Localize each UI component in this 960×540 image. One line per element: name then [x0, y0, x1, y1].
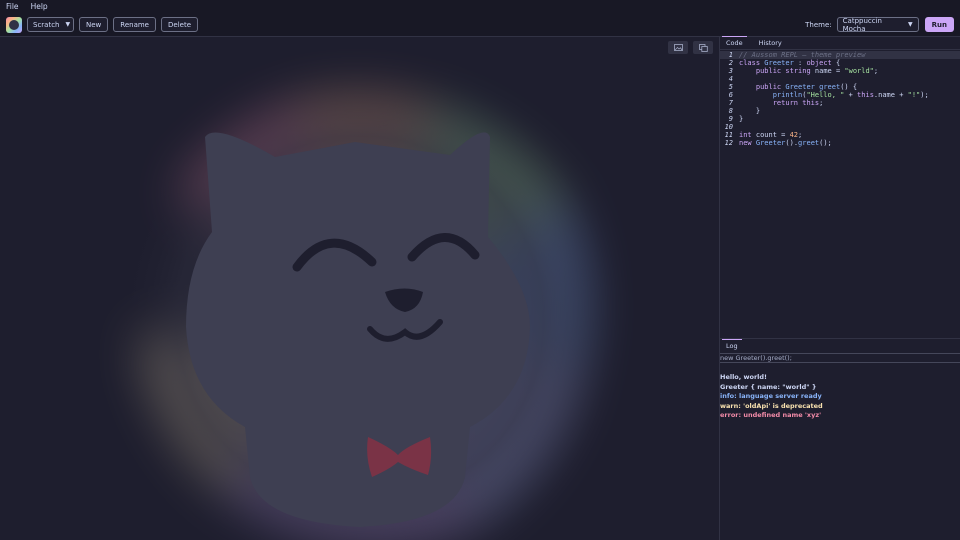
- theme-select-value: Catppuccin Mocha: [842, 16, 882, 33]
- tab-history[interactable]: History: [755, 39, 786, 49]
- line-number: 12: [724, 139, 733, 147]
- run-button[interactable]: Run: [924, 17, 954, 32]
- line-number: 11: [724, 131, 733, 139]
- line-number: 8: [728, 107, 733, 115]
- code-text: println("Hello, " + this.name + "!");: [772, 91, 929, 99]
- log-line: Greeter { name: "world" }: [720, 382, 817, 391]
- preview-pane: [0, 37, 720, 540]
- code-text: public string name = "world";: [755, 67, 879, 75]
- log-line: error: undefined name 'xyz': [720, 411, 822, 419]
- scratch-select-value: Scratch: [33, 20, 60, 29]
- side-panel: Code History 1 // Aussom REPL — theme pre…: [720, 36, 960, 540]
- repl-input[interactable]: new Greeter().greet();: [720, 353, 960, 363]
- code-line[interactable]: 3 public string name = "world";: [720, 67, 960, 75]
- code-text: return this;: [772, 99, 824, 107]
- code-text: class Greeter : object {: [739, 59, 841, 67]
- log-tabs: Log: [720, 338, 960, 352]
- code-line[interactable]: 7 return this;: [720, 99, 960, 107]
- line-number: 7: [728, 99, 733, 107]
- line-number: 3: [728, 67, 733, 75]
- code-line[interactable]: 9}: [720, 115, 960, 123]
- code-line[interactable]: 10: [720, 123, 960, 131]
- tab-log[interactable]: Log: [722, 339, 742, 352]
- code-line[interactable]: 2 class Greeter : object {: [720, 59, 960, 67]
- code-line[interactable]: 6 println("Hello, " + this.name + "!");: [720, 91, 960, 99]
- code-line[interactable]: 5 public Greeter greet() {: [720, 83, 960, 91]
- menu-file[interactable]: File: [6, 2, 19, 11]
- code-line[interactable]: 8 }: [720, 107, 960, 115]
- code-text: }: [739, 107, 761, 115]
- code-editor[interactable]: 1 // Aussom REPL — theme preview 2 class Gr…: [720, 50, 960, 338]
- delete-button[interactable]: Delete: [161, 17, 198, 32]
- line-number: 6: [728, 91, 733, 99]
- code-text: int count = 42;: [739, 131, 803, 139]
- line-number: 9: [728, 115, 733, 123]
- copy-icon[interactable]: [693, 41, 713, 54]
- toolbar: Scratch ▼ New Rename Delete Theme: Catpp…: [0, 13, 960, 37]
- code-text: }: [739, 115, 744, 123]
- new-button[interactable]: New: [79, 17, 109, 32]
- preview-toolbar: [668, 41, 713, 54]
- code-text: new Greeter().greet();: [739, 139, 832, 147]
- app-logo-icon: [6, 16, 22, 33]
- code-line[interactable]: 1 // Aussom REPL — theme preview: [720, 51, 960, 59]
- line-number: 1: [728, 51, 733, 59]
- code-line[interactable]: 11 int count = 42;: [720, 131, 960, 139]
- chevron-down-icon: ▼: [65, 21, 71, 28]
- log-line: Hello, world!: [720, 373, 768, 381]
- line-number: 2: [728, 59, 733, 67]
- code-line[interactable]: 4: [720, 75, 960, 83]
- line-number: 10: [724, 123, 733, 131]
- line-number: 4: [728, 75, 733, 83]
- mascot-illustration: [115, 75, 605, 540]
- tab-code[interactable]: Code: [722, 36, 747, 49]
- log-line: warn: 'oldApi' is deprecated: [720, 401, 823, 410]
- editor-tabs: Code History: [720, 36, 960, 50]
- line-number: 5: [728, 83, 733, 91]
- image-icon[interactable]: [668, 41, 688, 54]
- code-text: // Aussom REPL — theme preview: [739, 51, 866, 59]
- log-line: info: language server ready: [720, 392, 822, 400]
- menu-help[interactable]: Help: [31, 2, 48, 11]
- menu-bar: File Help: [0, 0, 960, 13]
- code-line[interactable]: 12 new Greeter().greet();: [720, 139, 960, 147]
- theme-label: Theme:: [805, 20, 832, 29]
- log-output: Hello, world! Greeter { name: "world" } in…: [720, 363, 960, 421]
- code-text: public Greeter greet() {: [755, 83, 858, 91]
- scratch-select[interactable]: Scratch ▼: [27, 17, 74, 32]
- theme-select[interactable]: Catppuccin Mocha ▼: [836, 16, 919, 33]
- rename-button[interactable]: Rename: [113, 17, 156, 32]
- chevron-down-icon: ▼: [908, 21, 913, 28]
